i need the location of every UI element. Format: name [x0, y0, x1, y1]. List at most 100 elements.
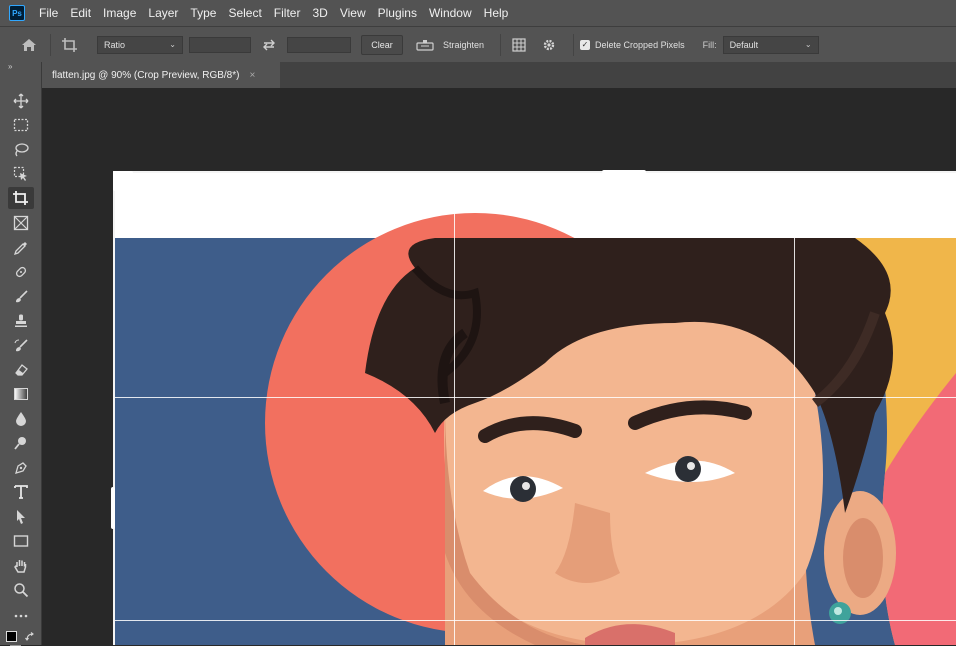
menu-help[interactable]: Help: [478, 6, 515, 20]
menu-plugins[interactable]: Plugins: [372, 6, 423, 20]
color-swatches[interactable]: [5, 630, 39, 646]
eraser-tool[interactable]: [8, 359, 34, 381]
document-tab[interactable]: flatten.jpg @ 90% (Crop Preview, RGB/8*)…: [42, 62, 280, 88]
pen-icon: [15, 462, 27, 474]
crop-preset-button[interactable]: [57, 37, 83, 53]
brush-tool[interactable]: [8, 286, 34, 308]
crop-handle-middle-left[interactable]: [111, 487, 115, 529]
fill-label: Fill:: [702, 39, 717, 50]
chevron-down-icon: ⌄: [169, 40, 176, 49]
history-brush-icon: [14, 339, 28, 352]
crop-height-field[interactable]: [287, 36, 351, 53]
photoshop-logo[interactable]: Ps: [9, 5, 25, 21]
clear-button[interactable]: Clear: [361, 34, 403, 55]
clone-stamp-tool[interactable]: [8, 310, 34, 332]
document-tab-bar: flatten.jpg @ 90% (Crop Preview, RGB/8*)…: [42, 62, 956, 88]
menu-window[interactable]: Window: [423, 6, 478, 20]
menu-layer[interactable]: Layer: [142, 6, 184, 20]
delete-cropped-pixels-option[interactable]: ✓ Delete Cropped Pixels: [580, 39, 685, 50]
rectangle-tool[interactable]: [8, 530, 34, 552]
menu-bar: Ps File Edit Image Layer Type Select Filter 3D V…: [0, 0, 956, 26]
crop-tool[interactable]: [8, 187, 34, 209]
fill-select-value: Default: [729, 39, 759, 50]
edit-toolbar-button[interactable]: [8, 605, 34, 627]
object-selection-icon: [13, 166, 27, 181]
menu-edit[interactable]: Edit: [64, 6, 97, 20]
crop-handle-top-left[interactable]: [113, 171, 117, 191]
menu-3d[interactable]: 3D: [306, 6, 333, 20]
type-tool[interactable]: [8, 481, 34, 503]
gear-icon: [543, 39, 555, 50]
delete-cropped-label: Delete Cropped Pixels: [595, 39, 685, 50]
eraser-icon: [15, 364, 28, 376]
home-icon: [22, 38, 36, 51]
crop-grid-horizontal-1: [115, 397, 956, 398]
drop-icon: [16, 412, 26, 426]
menu-items: File Edit Image Layer Type Select Filter 3D View…: [33, 6, 514, 20]
crop-width-field[interactable]: [189, 36, 251, 53]
options-bar: Ratio ⌄ Clear Straighten ✓ Delete Croppe…: [0, 26, 956, 62]
crop-icon: [62, 37, 77, 52]
crop-grid-horizontal-2: [115, 620, 956, 621]
portrait-illustration: [115, 173, 956, 645]
foreground-color-swatch[interactable]: [6, 631, 17, 642]
frame-icon: [13, 215, 29, 231]
healing-brush-tool[interactable]: [8, 261, 34, 283]
document-tab-title: flatten.jpg @ 90% (Crop Preview, RGB/8*): [52, 69, 240, 81]
frame-tool[interactable]: [8, 212, 34, 234]
swap-arrows-icon: [263, 39, 275, 50]
straighten-button[interactable]: [415, 39, 435, 51]
toolbox: »: [0, 62, 42, 646]
gradient-tool[interactable]: [8, 383, 34, 405]
hand-icon: [14, 560, 27, 573]
rectangle-icon: [13, 535, 29, 547]
lasso-icon: [15, 143, 29, 157]
path-selection-tool[interactable]: [8, 506, 34, 528]
close-icon[interactable]: ×: [249, 70, 255, 81]
eyedropper-tool[interactable]: [8, 237, 34, 259]
swap-colors-icon[interactable]: [25, 632, 35, 642]
crop-icon: [13, 191, 28, 205]
ratio-select[interactable]: Ratio ⌄: [97, 35, 183, 54]
blur-tool[interactable]: [8, 408, 34, 430]
pen-tool[interactable]: [8, 457, 34, 479]
path-selection-icon: [17, 510, 25, 524]
crop-settings-button[interactable]: [539, 38, 559, 52]
history-brush-tool[interactable]: [8, 335, 34, 357]
crop-grid-vertical-2: [794, 173, 795, 645]
grid-overlay-icon: [512, 37, 526, 52]
swap-dimensions-button[interactable]: [251, 39, 287, 51]
crop-handle-top-center[interactable]: [602, 170, 646, 174]
overlay-options-button[interactable]: [507, 37, 531, 52]
menu-select[interactable]: Select: [222, 6, 267, 20]
menu-view[interactable]: View: [334, 6, 372, 20]
collapse-toolbox-icon[interactable]: »: [8, 62, 12, 71]
gradient-icon: [14, 388, 28, 400]
level-icon: [416, 39, 434, 51]
marquee-icon: [13, 118, 29, 132]
brush-icon: [16, 290, 28, 303]
separator: [573, 33, 575, 56]
type-icon: [14, 485, 28, 499]
straighten-label[interactable]: Straighten: [443, 40, 484, 50]
menu-filter[interactable]: Filter: [268, 6, 307, 20]
menu-image[interactable]: Image: [97, 6, 142, 20]
chevron-down-icon: ⌄: [804, 40, 812, 49]
zoom-tool[interactable]: [8, 579, 34, 601]
menu-type[interactable]: Type: [184, 6, 222, 20]
lasso-tool[interactable]: [8, 139, 34, 161]
menu-file[interactable]: File: [33, 6, 64, 20]
more-dots-icon: [14, 614, 28, 618]
fill-select[interactable]: Default ⌄: [722, 35, 819, 54]
move-tool[interactable]: [8, 90, 34, 112]
delete-cropped-checkbox[interactable]: ✓: [580, 39, 591, 50]
crop-grid-vertical-1: [454, 173, 455, 645]
eyedropper-icon: [13, 242, 27, 256]
object-selection-tool[interactable]: [8, 163, 34, 185]
home-button[interactable]: [14, 38, 44, 52]
rectangular-marquee-tool[interactable]: [8, 114, 34, 136]
hand-tool[interactable]: [8, 555, 34, 577]
dodge-tool[interactable]: [8, 432, 34, 454]
bandage-icon: [15, 266, 27, 278]
document-image[interactable]: [115, 173, 956, 645]
